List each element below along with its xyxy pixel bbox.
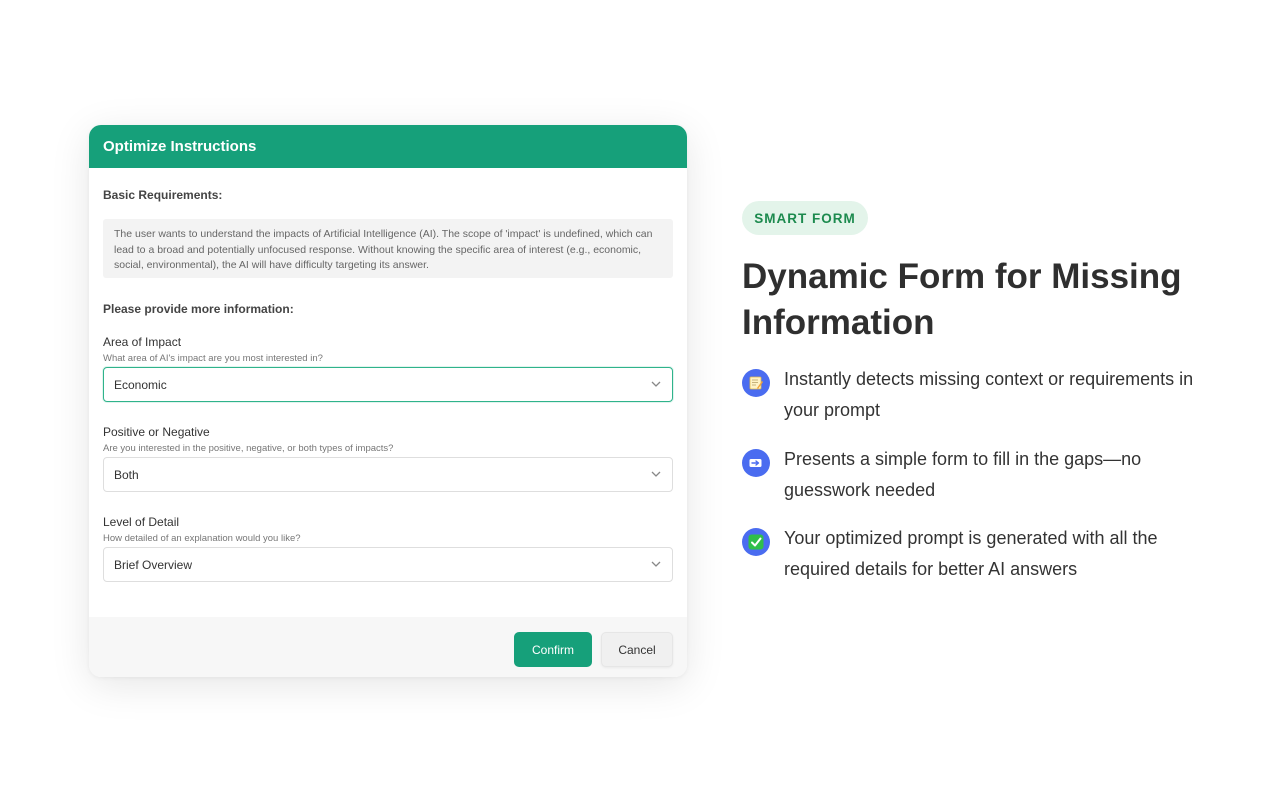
confirm-button[interactable]: Confirm (514, 632, 592, 667)
field-hint: How detailed of an explanation would you… (103, 533, 301, 544)
check-mark-icon (742, 528, 770, 556)
chevron-down-icon (651, 381, 661, 387)
field-hint: Are you interested in the positive, nega… (103, 443, 394, 454)
feature-text: Presents a simple form to fill in the ga… (784, 449, 1142, 500)
select-value: Economic (114, 377, 167, 392)
feature-item: Presents a simple form to fill in the ga… (742, 449, 1212, 511)
feature-item: Instantly detects missing context or req… (742, 369, 1212, 431)
field-hint: What area of AI's impact are you most in… (103, 353, 323, 364)
field-label: Area of Impact (103, 335, 182, 349)
field-level-of-detail: Level of Detail How detailed of an expla… (103, 515, 673, 582)
more-info-label: Please provide more information: (103, 302, 294, 316)
cancel-button[interactable]: Cancel (601, 632, 673, 667)
headline: Dynamic Form for Missing Information (742, 257, 1182, 342)
level-of-detail-select[interactable]: Brief Overview (103, 547, 673, 582)
field-positive-or-negative: Positive or Negative Are you interested … (103, 425, 673, 492)
arrow-right-icon (742, 449, 770, 477)
feature-text: Instantly detects missing context or req… (784, 369, 1194, 420)
dialog-title: Optimize Instructions (103, 138, 257, 155)
field-area-of-impact: Area of Impact What area of AI's impact … (103, 335, 673, 402)
requirements-text: The user wants to understand the impacts… (103, 219, 673, 278)
chevron-down-icon (651, 561, 661, 567)
optimize-dialog: Optimize Instructions Basic Requirements… (89, 125, 687, 677)
select-value: Both (114, 467, 139, 482)
field-label: Level of Detail (103, 515, 180, 529)
smart-form-badge: SMART FORM (742, 201, 868, 235)
feature-text: Your optimized prompt is generated with … (784, 528, 1158, 579)
positive-or-negative-select[interactable]: Both (103, 457, 673, 492)
dialog-footer: Confirm Cancel (89, 617, 687, 677)
memo-icon (742, 369, 770, 397)
select-value: Brief Overview (114, 557, 193, 572)
field-label: Positive or Negative (103, 425, 210, 439)
area-of-impact-select[interactable]: Economic (103, 367, 673, 402)
chevron-down-icon (651, 471, 661, 477)
basic-requirements-label: Basic Requirements: (103, 188, 223, 202)
dialog-header: Optimize Instructions (89, 125, 687, 168)
feature-item: Your optimized prompt is generated with … (742, 528, 1212, 590)
